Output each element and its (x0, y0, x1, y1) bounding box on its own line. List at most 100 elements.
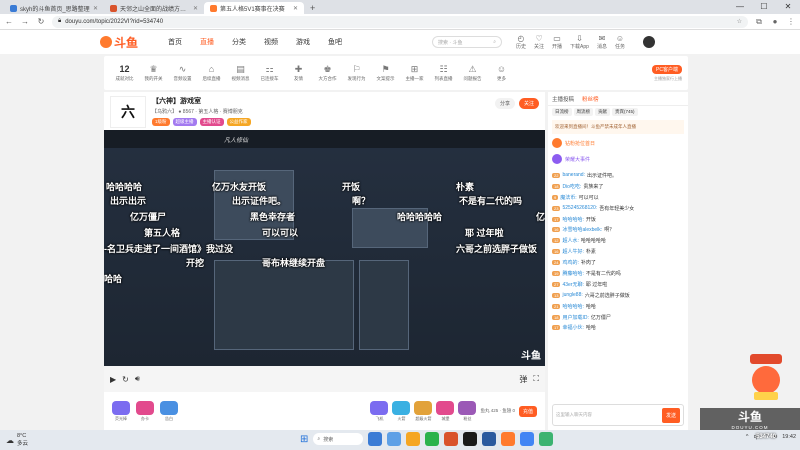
nav-link[interactable]: 视频 (264, 37, 278, 47)
chat-rank-tab[interactable]: 贡献 (595, 108, 610, 116)
follow-button[interactable]: 关注 (518, 98, 539, 109)
profile-icon[interactable]: ● (770, 17, 780, 26)
taskbar-app-icon[interactable] (520, 432, 535, 446)
chat-username[interactable]: jungle88: (562, 292, 582, 298)
extensions-icon[interactable]: ⧉ (754, 17, 764, 27)
chat-username[interactable]: 哈哈哈哈: (562, 216, 583, 223)
chat-username[interactable]: banerand: (562, 172, 585, 178)
gift-item[interactable]: 火箭 (392, 400, 411, 422)
chat-promo[interactable]: 荣耀大事件 (552, 152, 684, 166)
taskbar-app-icon[interactable] (425, 432, 440, 446)
windows-start-icon[interactable]: ⊞ (300, 434, 308, 445)
toolbar-item[interactable]: ⚠ 问题报告 (458, 64, 487, 82)
volume-icon[interactable]: 🔊︎ (135, 374, 140, 384)
chat-header-tab[interactable]: 粉丝榜 (582, 95, 599, 103)
menu-icon[interactable]: ⋮ (786, 17, 796, 26)
reload-icon[interactable]: ↻ (36, 17, 46, 26)
taskbar-app-icon[interactable] (368, 432, 383, 446)
close-window-button[interactable]: ✕ (776, 0, 800, 14)
taskbar-app-icon[interactable] (463, 432, 478, 446)
danmaku-toggle-icon[interactable]: 弹 (519, 374, 527, 385)
gift-item[interactable]: 超级火箭 (414, 400, 433, 422)
floating-promo[interactable] (744, 350, 788, 404)
chat-rank-tab[interactable]: 日流榜 (552, 108, 572, 116)
chat-input[interactable]: 这里输入聊天内容 发送 (552, 404, 684, 426)
toolbar-item[interactable]: ⚑ 文案提示 (371, 64, 400, 82)
gift-item[interactable]: 办卡 (136, 400, 154, 422)
chat-header-tab[interactable]: 主播投稿 (552, 95, 574, 103)
minimize-button[interactable]: — (728, 0, 752, 14)
gift-item[interactable]: 粉丝 (458, 400, 477, 422)
chat-username[interactable]: 超人水: (562, 237, 578, 244)
chat-username[interactable]: 超人牛好: (562, 248, 583, 255)
maximize-button[interactable]: ☐ (752, 0, 776, 14)
gift-item[interactable]: 告白 (160, 400, 178, 422)
taskbar-app-icon[interactable] (387, 432, 402, 446)
share-button[interactable]: 分享 (494, 98, 515, 109)
chat-rank-tab[interactable]: 贵宾(745) (612, 108, 638, 116)
nav-link[interactable]: 直播 (200, 37, 214, 47)
url-field[interactable]: 🔒︎ douyu.com/topic/2022VI?rid=534740 ☆ (52, 15, 748, 28)
weather-widget[interactable]: ☁ 8°C 多云 (6, 433, 28, 447)
chat-username[interactable]: 冰雪哈哈alexbelk: (562, 226, 602, 233)
taskbar-app-icon[interactable] (406, 432, 421, 446)
nav-link[interactable]: 游戏 (296, 37, 310, 47)
gift-item[interactable]: 城堡 (436, 400, 455, 422)
fullscreen-icon[interactable]: ⛶ (533, 374, 539, 384)
recharge-button[interactable]: 充值 (518, 405, 537, 417)
chat-username[interactable]: 腾藤哈哈: (562, 270, 583, 277)
top-nav-item[interactable]: ▭ 开播 (552, 34, 562, 50)
toolbar-item[interactable]: ⊞ 主播一家 (400, 64, 429, 82)
search-icon[interactable]: ⌕ (493, 39, 496, 45)
top-nav-item[interactable]: ⇩ 下载App (570, 34, 589, 50)
chat-username[interactable]: 用户加载ID: (562, 314, 588, 321)
send-button[interactable]: 发送 (661, 407, 680, 423)
toolbar-item[interactable]: ✚ 友情 (284, 64, 313, 82)
taskbar-app-icon[interactable] (501, 432, 516, 446)
top-nav-item[interactable]: ◴ 历史 (516, 34, 526, 50)
clock[interactable]: 19:42 (782, 434, 796, 440)
browser-tab[interactable]: skyh的斗鱼首页_思路整理 ✕ (4, 2, 104, 14)
toolbar-item[interactable]: 12 成就对比 (110, 64, 139, 82)
toolbar-item[interactable]: ▤ 视频消息 (226, 64, 255, 82)
tray-chevron-icon[interactable]: ^ (746, 434, 749, 440)
taskbar-app-icon[interactable] (444, 432, 459, 446)
browser-tab[interactable]: 天邻之山全面的战绩方一套 企✕ (104, 2, 204, 14)
tab-close-icon[interactable]: ✕ (93, 5, 98, 12)
forward-icon[interactable]: → (20, 17, 30, 26)
chat-username[interactable]: Dio吃吃: (562, 183, 581, 190)
tab-close-icon[interactable]: ✕ (193, 5, 198, 12)
gift-item[interactable]: 荧光棒 (112, 400, 130, 422)
top-nav-item[interactable]: ☺ 任务 (615, 34, 625, 50)
toolbar-item[interactable]: ⚏ 已连接车 (255, 64, 284, 82)
back-icon[interactable]: ← (4, 17, 14, 26)
nav-link[interactable]: 首页 (168, 37, 182, 47)
gift-item[interactable]: 飞机 (370, 400, 389, 422)
toolbar-item[interactable]: ⌂ 后续直播 (197, 64, 226, 82)
chat-username[interactable]: 525245268120: (562, 205, 597, 211)
chat-promo[interactable]: 钻粉抢位首日 (552, 136, 684, 150)
pc-client-promo[interactable]: PC客户端 主播独家行上播 (652, 64, 682, 82)
chat-username[interactable]: 43er无聊: (562, 281, 583, 288)
taskbar-search[interactable]: ⌕ 搜索 (313, 433, 364, 445)
chat-username[interactable]: 鸡鸡的: (562, 259, 578, 266)
top-nav-item[interactable]: ♡ 关注 (534, 34, 544, 50)
video-area[interactable]: 凡人修仙 哈哈哈哈 亿万水友开饭 开饭 朴素 出示出示 出示证件吧。 啊？ 不是有二代的吗 亿万… (104, 130, 545, 392)
toolbar-item[interactable]: ⚐ 发现行为 (342, 64, 371, 82)
site-logo[interactable]: 斗鱼 (100, 34, 150, 51)
toolbar-item[interactable]: ☺ 更多 (487, 64, 516, 82)
chat-username[interactable]: 哈哈哈哈: (562, 303, 583, 310)
user-avatar[interactable] (642, 36, 655, 48)
toolbar-item[interactable]: ♚ 大方合作 (313, 64, 342, 82)
search-input[interactable]: 搜索 · 斗鱼 ⌕ (432, 36, 502, 48)
chat-rank-tab[interactable]: 周流榜 (573, 108, 593, 116)
toolbar-item[interactable]: ♛ 我的开关 (139, 64, 168, 82)
top-nav-item[interactable]: ✉ 消息 (597, 34, 607, 50)
play-icon[interactable]: ▶ (110, 375, 116, 384)
chat-username[interactable]: 魔法币: (560, 194, 576, 201)
taskbar-app-icon[interactable] (482, 432, 497, 446)
browser-tab[interactable]: 第五人格5V1赛事在决赛 ✕ (204, 2, 304, 14)
nav-link[interactable]: 分类 (232, 37, 246, 47)
tab-close-icon[interactable]: ✕ (293, 5, 298, 12)
toolbar-item[interactable]: ∿ 音频设置 (168, 64, 197, 82)
